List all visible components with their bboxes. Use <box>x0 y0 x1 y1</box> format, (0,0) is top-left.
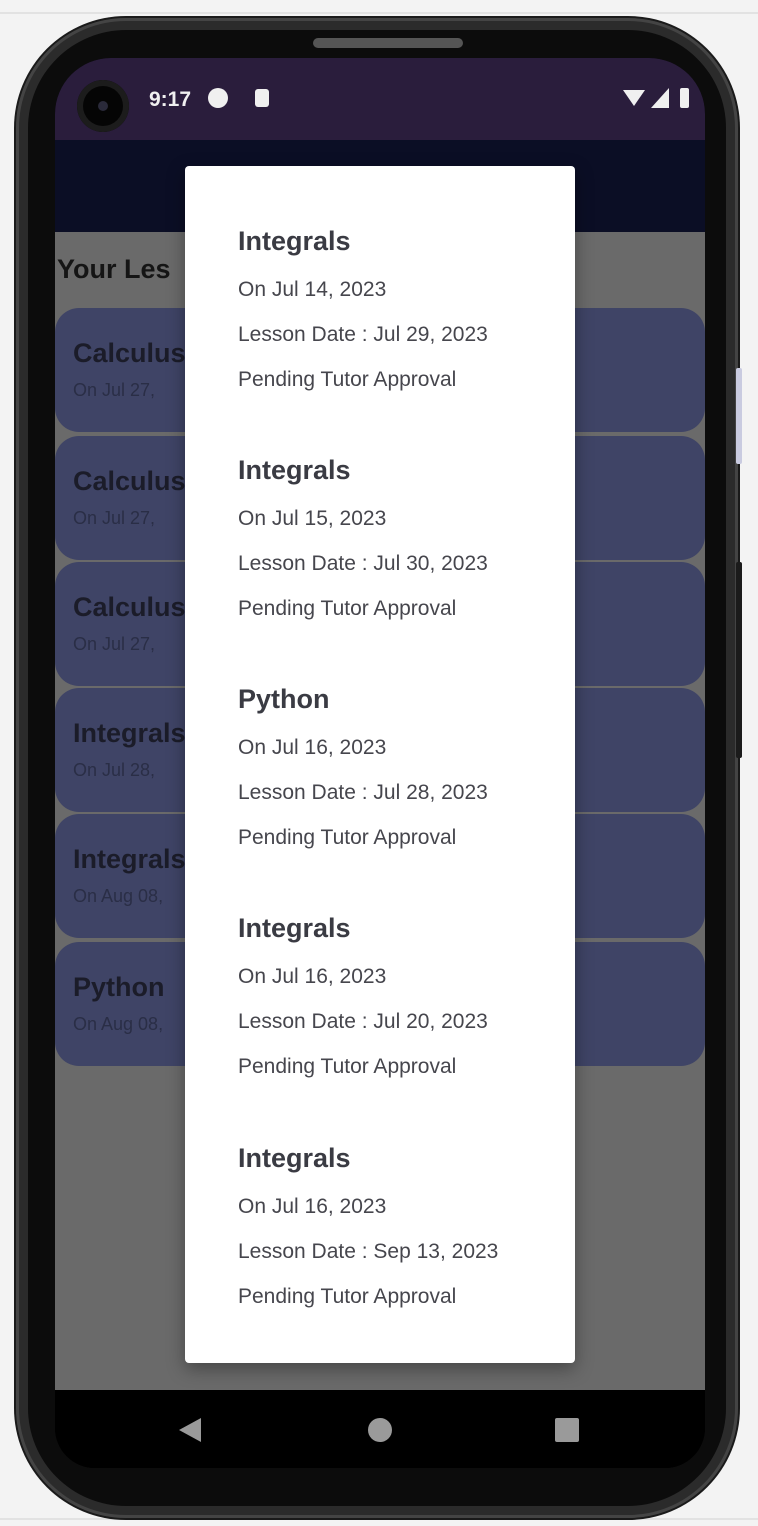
lessons-dialog: Integrals On Jul 14, 2023 Lesson Date : … <box>185 166 575 1363</box>
lesson-card-subtitle: On Jul 27, <box>73 508 156 528</box>
volume-button <box>736 368 742 464</box>
power-button <box>736 562 742 758</box>
lesson-card-subtitle: On Aug 08, <box>73 886 164 906</box>
entry-status: Pending Tutor Approval <box>238 1285 457 1308</box>
battery-icon <box>680 88 689 108</box>
lesson-card-subtitle: On Jul 27, <box>73 380 156 400</box>
back-icon[interactable] <box>179 1418 201 1442</box>
entry-lesson-date: Lesson Date : Jul 20, 2023 <box>238 1010 488 1033</box>
camera-icon <box>77 80 129 132</box>
entry-title: Python <box>238 684 330 714</box>
entry-created-date: On Jul 15, 2023 <box>238 507 387 530</box>
data-saver-icon <box>208 88 228 108</box>
entry-status: Pending Tutor Approval <box>238 826 457 849</box>
bottom-divider <box>0 1518 758 1520</box>
top-divider <box>0 12 758 14</box>
entry-lesson-date: Lesson Date : Sep 13, 2023 <box>238 1240 499 1263</box>
recents-icon[interactable] <box>555 1418 579 1442</box>
entry-status: Pending Tutor Approval <box>238 368 457 391</box>
sd-card-icon <box>255 89 269 107</box>
lesson-card-title: Integrals <box>73 844 186 874</box>
navigation-bar <box>55 1390 705 1468</box>
entry-title: Integrals <box>238 913 351 943</box>
lesson-card-title: Integrals <box>73 718 186 748</box>
entry-title: Integrals <box>238 226 351 256</box>
entry-status: Pending Tutor Approval <box>238 1055 457 1078</box>
entry-lesson-date: Lesson Date : Jul 28, 2023 <box>238 781 488 804</box>
speaker-grille <box>313 38 463 48</box>
lesson-card-subtitle: On Jul 28, <box>73 760 156 780</box>
wifi-icon <box>623 90 645 106</box>
status-bar: 9:17 <box>55 58 705 140</box>
lesson-card-title: Calculus <box>73 338 186 368</box>
status-time: 9:17 <box>149 88 192 111</box>
entry-lesson-date: Lesson Date : Jul 30, 2023 <box>238 552 488 575</box>
home-icon[interactable] <box>368 1418 392 1442</box>
entry-created-date: On Jul 16, 2023 <box>238 736 387 759</box>
entry-created-date: On Jul 14, 2023 <box>238 278 387 301</box>
entry-status: Pending Tutor Approval <box>238 597 457 620</box>
section-title: Your Les <box>57 254 171 284</box>
entry-created-date: On Jul 16, 2023 <box>238 1195 387 1218</box>
entry-created-date: On Jul 16, 2023 <box>238 965 387 988</box>
lesson-card-title: Python <box>73 972 165 1002</box>
lesson-card-title: Calculus <box>73 592 186 622</box>
entry-title: Integrals <box>238 1143 351 1173</box>
lesson-card-title: Calculus <box>73 466 186 496</box>
lesson-card-subtitle: On Jul 27, <box>73 634 156 654</box>
lesson-card-subtitle: On Aug 08, <box>73 1014 164 1034</box>
signal-icon <box>651 88 669 108</box>
entry-title: Integrals <box>238 455 351 485</box>
entry-lesson-date: Lesson Date : Jul 29, 2023 <box>238 323 488 346</box>
